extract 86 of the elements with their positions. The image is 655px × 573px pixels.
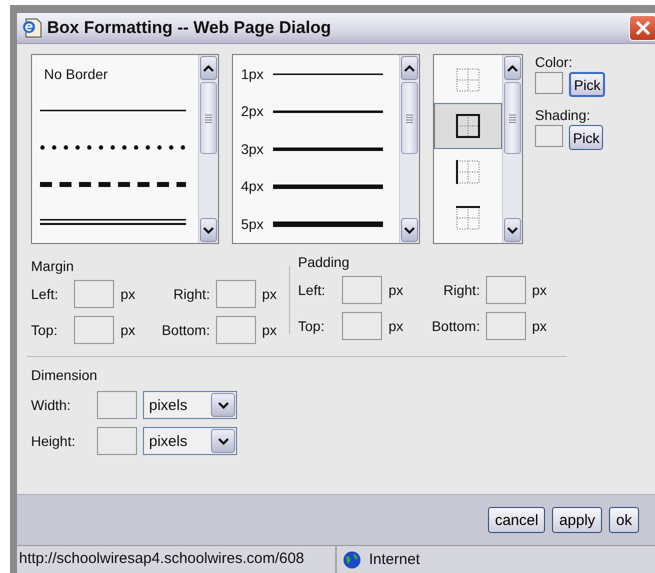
input-field[interactable]	[74, 316, 114, 344]
field-label: Color:	[535, 54, 574, 70]
list-item[interactable]	[434, 103, 502, 149]
scrollbar[interactable]	[502, 55, 522, 243]
scroll-thumb[interactable]	[504, 82, 521, 154]
scroll-up-icon	[507, 64, 518, 72]
field-label: Left:	[298, 282, 326, 298]
input-field[interactable]	[342, 276, 382, 304]
border-sides-icon	[456, 206, 480, 230]
dialog-button[interactable]: apply	[552, 507, 602, 533]
field-label: Top:	[298, 318, 326, 334]
section-heading: Padding	[298, 254, 350, 270]
scroll-up-icon	[404, 64, 415, 72]
border-sides-list[interactable]	[433, 54, 523, 244]
scrollbar[interactable]	[399, 55, 419, 243]
unit-label: px	[120, 322, 136, 338]
field-label: Left:	[31, 286, 60, 302]
input-field[interactable]	[97, 427, 137, 455]
dialog-button[interactable]: cancel	[488, 507, 546, 533]
field-label: Bottom:	[430, 318, 480, 334]
color-swatch	[535, 72, 563, 94]
dashed-line-icon	[40, 182, 186, 187]
list-item[interactable]: No Border	[32, 55, 198, 92]
input-field[interactable]	[216, 280, 256, 308]
unit-dropdown[interactable]: pixels	[143, 391, 237, 419]
unit-label: px	[262, 286, 278, 302]
field-label: Width:	[31, 397, 72, 413]
list-item[interactable]: 5px	[233, 205, 399, 242]
scroll-up-icon	[203, 64, 214, 72]
list-item[interactable]: 1px	[233, 55, 399, 92]
scroll-down-icon	[507, 226, 518, 234]
border-width-list[interactable]: 1px 2px 3px 4px 5px	[232, 54, 420, 244]
field-label: Top:	[31, 322, 58, 338]
input-field[interactable]	[486, 276, 526, 304]
list-item[interactable]: 4px	[233, 168, 399, 205]
caret-icon	[218, 438, 228, 444]
input-field[interactable]	[342, 312, 382, 340]
double-line-icon	[40, 218, 186, 224]
field-label: Right:	[172, 286, 210, 302]
color-swatch	[535, 125, 563, 147]
unit-label: px	[388, 318, 404, 334]
list-item[interactable]: 3px	[233, 130, 399, 168]
line-sample-icon	[273, 184, 383, 189]
scrollbar[interactable]	[198, 55, 218, 243]
dotted-line-icon	[40, 145, 186, 150]
zone-label: Internet	[369, 551, 420, 568]
globe-icon	[343, 550, 361, 568]
line-sample-icon	[273, 220, 383, 227]
line-sample-icon	[273, 146, 383, 151]
line-sample-icon	[273, 72, 383, 75]
document-icon	[21, 17, 43, 39]
border-sides-icon	[456, 68, 480, 92]
unit-label: px	[532, 282, 548, 298]
scroll-down-icon	[203, 226, 214, 234]
unit-label: px	[388, 282, 404, 298]
unit-label: px	[262, 322, 278, 338]
input-field[interactable]	[97, 391, 137, 419]
window-title: Box Formatting -- Web Page Dialog	[47, 18, 332, 38]
caret-icon	[218, 402, 228, 408]
input-field[interactable]	[74, 280, 114, 308]
unit-dropdown[interactable]: pixels	[143, 427, 237, 455]
field-label: Right:	[442, 282, 480, 298]
status-url: http://schoolwiresap4.schoolwires.com/608	[17, 546, 337, 573]
input-field[interactable]	[216, 316, 256, 344]
input-field[interactable]	[486, 312, 526, 340]
scroll-thumb[interactable]	[401, 82, 418, 154]
close-icon	[635, 20, 651, 36]
pick-button[interactable]: Pick	[569, 72, 606, 97]
dialog-button[interactable]: ok	[609, 507, 639, 533]
unit-label: px	[120, 286, 136, 302]
list-item[interactable]: 2px	[233, 92, 399, 130]
field-label: Bottom:	[160, 322, 210, 338]
unit-label: px	[532, 318, 548, 334]
scroll-thumb[interactable]	[200, 82, 217, 154]
field-label: Height:	[31, 433, 76, 449]
solid-line-icon	[40, 109, 186, 112]
section-heading: Margin	[31, 258, 75, 274]
field-label: Shading:	[535, 107, 592, 123]
close-button[interactable]	[629, 15, 655, 41]
border-sides-icon	[456, 160, 480, 184]
line-sample-icon	[273, 110, 383, 113]
border-sides-icon	[456, 114, 480, 138]
pick-button[interactable]: Pick	[569, 125, 604, 150]
section-heading: Dimension	[31, 367, 98, 383]
border-style-list[interactable]: No Border	[31, 54, 219, 244]
scroll-down-icon	[404, 226, 415, 234]
